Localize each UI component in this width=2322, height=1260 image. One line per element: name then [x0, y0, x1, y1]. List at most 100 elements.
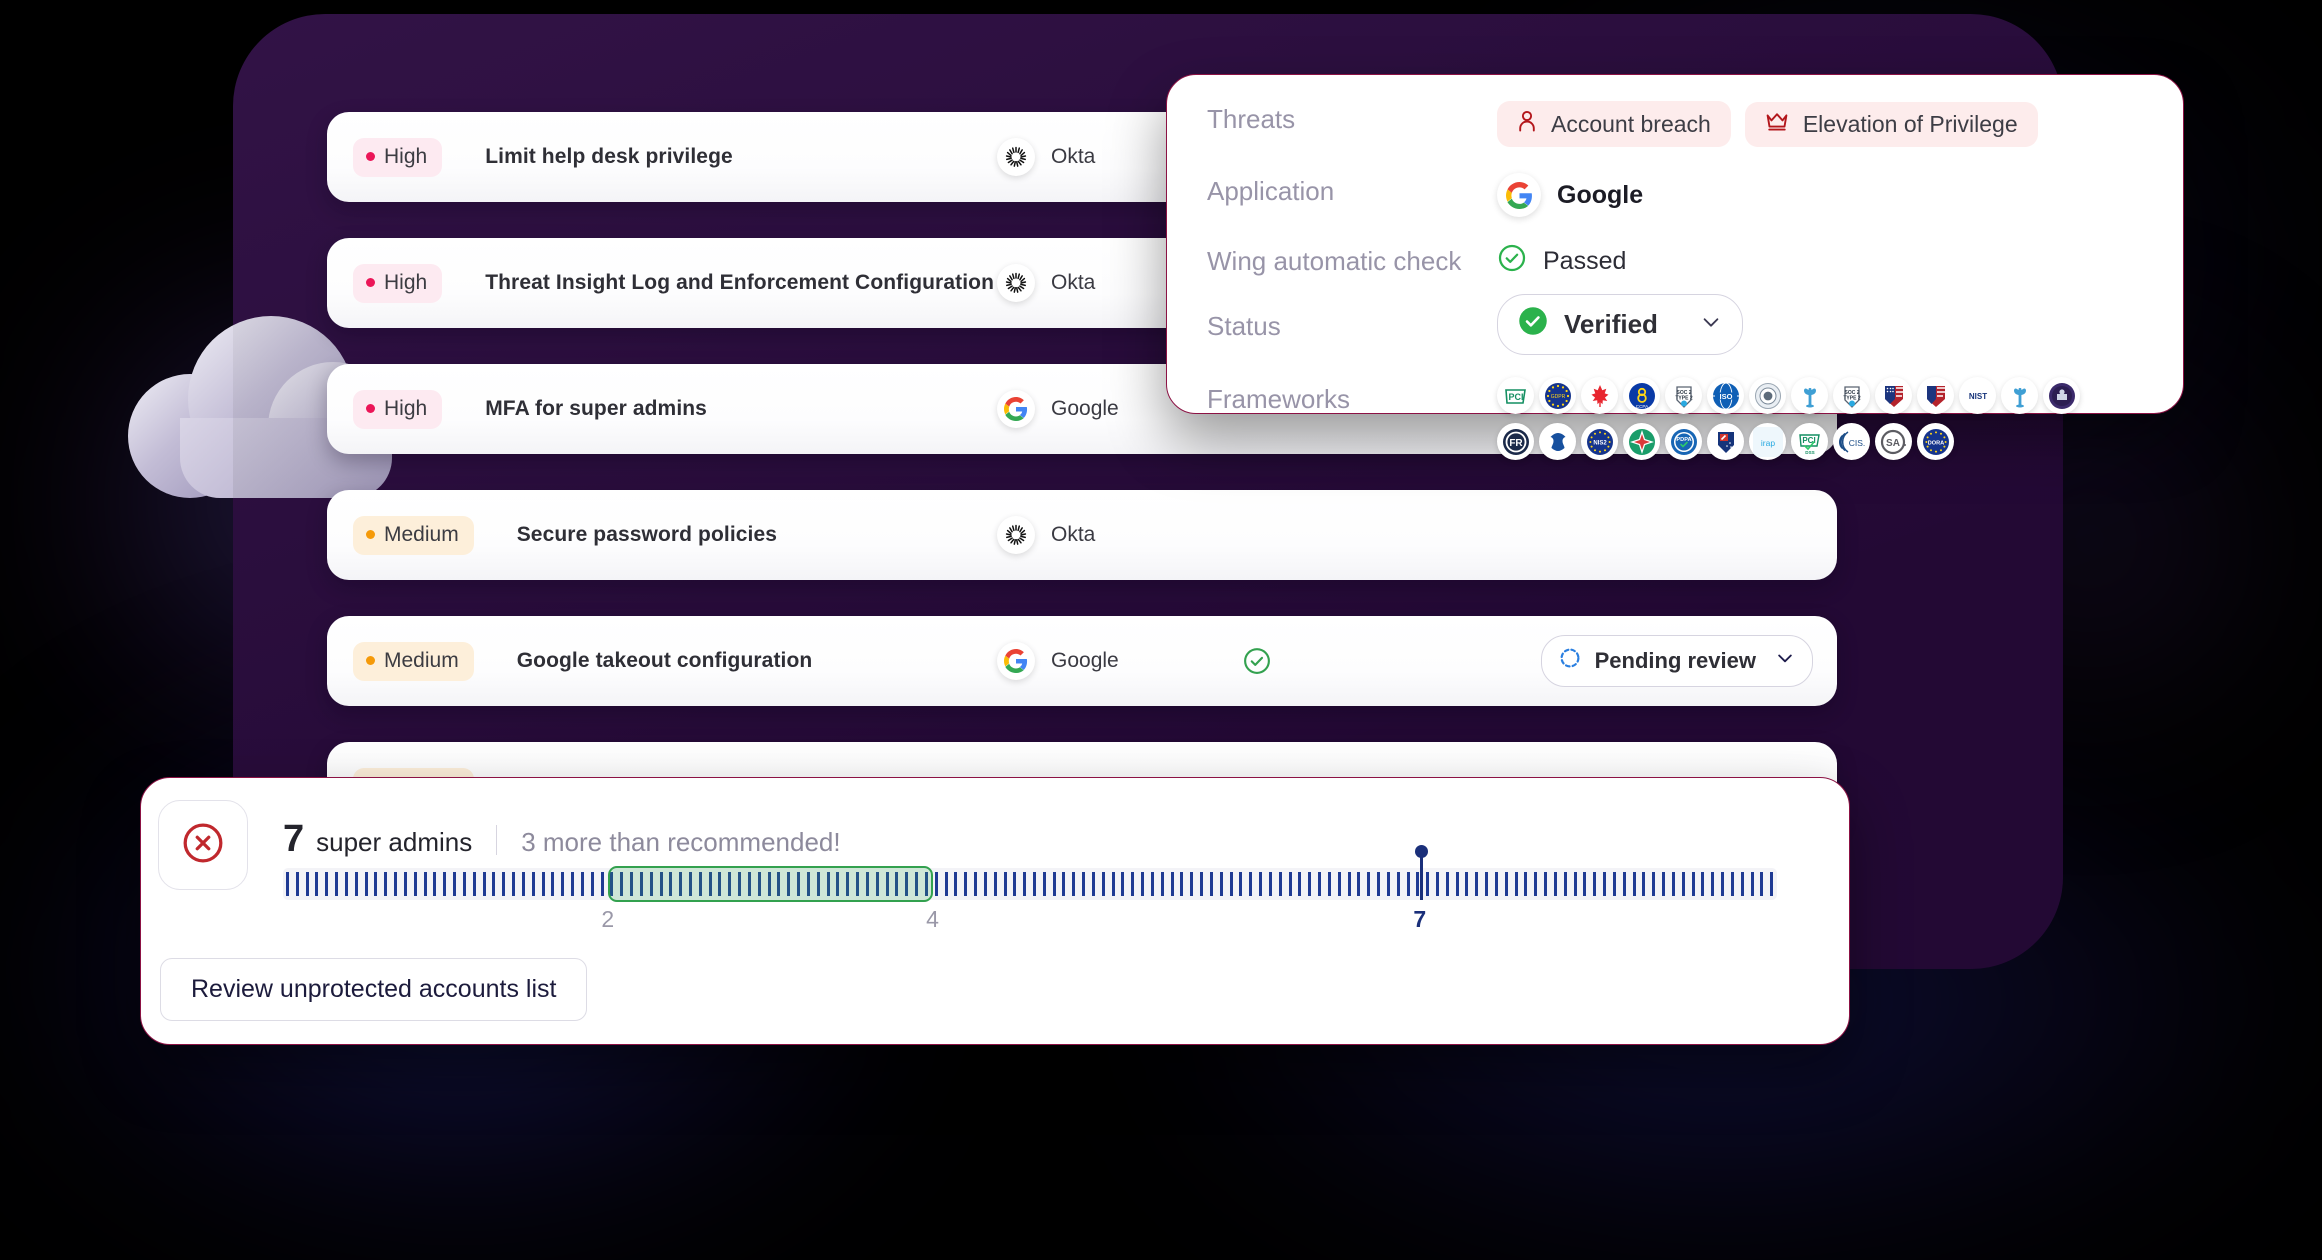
okta-icon: [997, 138, 1035, 176]
application-name: Google: [1051, 649, 1119, 672]
framework-badge-pipeda[interactable]: [1581, 377, 1618, 414]
status-badge: Medium: [353, 515, 474, 555]
framework-badge-cmmc[interactable]: [1875, 377, 1912, 414]
check-filled-icon: [1518, 306, 1548, 343]
severity-dot-icon: [366, 656, 375, 665]
threat-chip-label: Elevation of Privilege: [1802, 110, 2018, 137]
status-value: Verified: [1564, 309, 1658, 339]
framework-badge-nis2[interactable]: NIS2: [1581, 423, 1618, 460]
frameworks-row-2: FR NIS2 PDPA irap PCI DSS CIS. SA DORA: [1497, 423, 2080, 460]
framework-badge-irap-au[interactable]: [1707, 423, 1744, 460]
framework-badge-soc2-type2-alt[interactable]: SOC 2 TYPE 2: [1833, 377, 1870, 414]
severity-dot-icon: [366, 530, 375, 539]
framework-badge-soc2-type2[interactable]: SOC 2 TYPE 2: [1665, 377, 1702, 414]
svg-text:PCI: PCI: [1508, 392, 1523, 402]
super-admins-slider[interactable]: [283, 845, 1777, 902]
check-circle-icon: [1497, 243, 1527, 280]
framework-badge-iso[interactable]: ISO: [1707, 377, 1744, 414]
status-badge: Medium: [353, 641, 474, 681]
finding-title: Google takeout configuration: [516, 649, 813, 672]
status-label: Status: [1207, 311, 1281, 341]
framework-badge-pci-dss[interactable]: PCI DSS: [1791, 423, 1828, 460]
framework-badge-gdpr[interactable]: GDPR: [1539, 377, 1576, 414]
detail-status-row: Status Verified: [1167, 294, 2183, 355]
severity-dot-icon: [366, 404, 375, 413]
application-name: Okta: [1051, 145, 1096, 168]
framework-badge-fr[interactable]: FR: [1497, 423, 1534, 460]
severity-dot-icon: [366, 152, 375, 161]
check-circle-icon: [1242, 646, 1272, 676]
framework-badge-usgov[interactable]: [1917, 377, 1954, 414]
framework-badge-irap[interactable]: irap: [1749, 423, 1786, 460]
divider: [496, 825, 498, 855]
chevron-down-icon: [1775, 648, 1795, 674]
severity-label: High: [384, 144, 428, 168]
application-cell: Okta: [997, 516, 1095, 554]
threat-chip-account-breach[interactable]: Account breach: [1497, 101, 1731, 147]
table-row[interactable]: Medium Google takeout configuration Goog…: [327, 616, 1837, 706]
svg-text:NIST: NIST: [1968, 392, 1986, 401]
framework-badge-hipaa[interactable]: [1791, 377, 1828, 414]
detail-threats-row: Threats Account breach Elevation of Priv…: [1167, 101, 2183, 147]
error-circle-icon: [180, 820, 226, 871]
status-badge: High: [353, 263, 443, 303]
svg-text:CCPA: CCPA: [1635, 404, 1648, 409]
threat-chip-elevation-of-privilege[interactable]: Elevation of Privilege: [1744, 101, 2038, 147]
svg-text:PDPA: PDPA: [1676, 437, 1691, 443]
framework-badge-cjis[interactable]: [2043, 377, 2080, 414]
recommended-range-band: [607, 866, 933, 902]
severity-label: Medium: [384, 522, 459, 546]
finding-title: MFA for super admins: [485, 397, 707, 420]
application-value: Google: [1557, 180, 1644, 209]
framework-badge-pci[interactable]: PCI: [1497, 377, 1534, 414]
application-name: Okta: [1051, 271, 1096, 294]
framework-badge-ismap[interactable]: [1623, 423, 1660, 460]
svg-text:GDPR: GDPR: [1550, 394, 1565, 400]
frameworks-label: Frameworks: [1207, 384, 1351, 414]
finding-title: Secure password policies: [516, 523, 778, 546]
application-name: Okta: [1051, 523, 1096, 546]
review-accounts-button[interactable]: Review unprotected accounts list: [160, 958, 588, 1021]
google-icon: [997, 642, 1035, 680]
svg-text:SA: SA: [1886, 438, 1900, 449]
okta-icon: [997, 516, 1035, 554]
framework-badge-ccpa[interactable]: CCPA: [1623, 377, 1660, 414]
okta-icon: [997, 264, 1035, 302]
super-admin-count: 7: [283, 818, 305, 860]
threats-label: Threats: [1207, 104, 1296, 134]
application-cell: Google: [997, 642, 1119, 680]
svg-text:NIS2: NIS2: [1593, 440, 1607, 446]
pending-spinner-icon: [1558, 646, 1582, 676]
framework-badge-dora[interactable]: DORA: [1917, 423, 1954, 460]
svg-text:DORA: DORA: [1927, 440, 1943, 446]
finding-detail-panel: Threats Account breach Elevation of Priv…: [1166, 74, 2184, 460]
framework-badge-fedramp[interactable]: [1749, 377, 1786, 414]
finding-title: Threat Insight Log and Enforcement Confi…: [485, 271, 994, 294]
application-label: Application: [1207, 176, 1335, 206]
framework-badge-nist[interactable]: NIST: [1959, 377, 1996, 414]
framework-badge-pdpa[interactable]: PDPA: [1665, 423, 1702, 460]
framework-badge-csa[interactable]: SA: [1875, 423, 1912, 460]
detail-wing-check-row: Wing automatic check Passed: [1167, 243, 2183, 280]
status-select-pending[interactable]: Pending review: [1540, 635, 1813, 687]
crown-icon: [1765, 111, 1789, 138]
svg-text:ISO: ISO: [1719, 392, 1732, 401]
super-admin-unit: super admins: [316, 827, 473, 857]
slider-label-min: 2: [601, 906, 615, 932]
severity-label: High: [384, 270, 428, 294]
detail-application-row: Application Google: [1167, 173, 2183, 217]
slider-label-current: 7: [1413, 906, 1427, 932]
framework-badge-hitrust[interactable]: [2001, 377, 2038, 414]
status-value: Pending review: [1594, 648, 1756, 673]
framework-badge-bsi[interactable]: [1539, 423, 1576, 460]
slider-label-mid: 4: [926, 906, 939, 932]
status-badge: High: [353, 389, 443, 429]
svg-text:DSS: DSS: [1805, 450, 1814, 455]
current-value-marker[interactable]: [1414, 845, 1428, 900]
svg-text:FR: FR: [1509, 438, 1523, 449]
status-select-verified[interactable]: Verified: [1497, 294, 1743, 355]
slider-ticks: [283, 868, 1777, 900]
severity-label: Medium: [384, 648, 459, 672]
table-row[interactable]: Medium Secure password policies Okta: [327, 490, 1837, 580]
framework-badge-cis[interactable]: CIS.: [1833, 423, 1870, 460]
